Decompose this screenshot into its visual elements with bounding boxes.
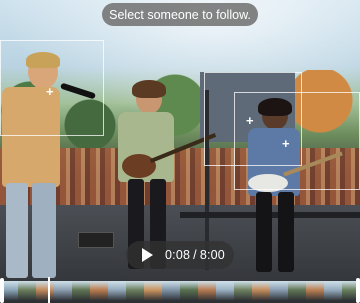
timeline-thumbnail: [180, 281, 198, 301]
guitarist-hair: [132, 80, 166, 98]
timeline-thumbnail: [270, 281, 288, 301]
trim-handle-right[interactable]: [356, 278, 360, 303]
timeline-thumbnail: [162, 281, 180, 301]
timeline-thumbnail: [54, 281, 72, 301]
timeline-thumbnail: [18, 281, 36, 301]
timeline-thumbnail: [252, 281, 270, 301]
timeline-thumbnail: [198, 281, 216, 301]
timeline-thumbnail: [90, 281, 108, 301]
plus-icon[interactable]: +: [282, 137, 290, 150]
timeline-thumbnail: [234, 281, 252, 301]
play-icon[interactable]: [142, 248, 153, 262]
time-separator: /: [193, 248, 197, 262]
timeline-thumbnail: [108, 281, 126, 301]
face-select-box-right[interactable]: [234, 92, 360, 190]
current-time: 0:08: [165, 248, 191, 262]
singer-leg: [32, 183, 56, 278]
timeline-thumbnail: [306, 281, 324, 301]
plus-icon[interactable]: +: [46, 85, 54, 98]
guitarist-right-leg: [278, 192, 294, 272]
guitarist-right-leg: [256, 192, 272, 272]
plus-icon[interactable]: +: [246, 114, 254, 127]
timeline-thumbnail: [216, 281, 234, 301]
timeline-thumbnail: [288, 281, 306, 301]
duration: 8:00: [199, 248, 225, 262]
follow-hint-toast: Select someone to follow.: [102, 3, 258, 26]
timeline-thumbnail: [144, 281, 162, 301]
toast-text: Select someone to follow.: [109, 7, 251, 22]
playback-time: 0:08/8:00: [165, 248, 225, 262]
video-preview: + + + Select someone to follow. 0:08/8:0…: [0, 0, 360, 303]
trim-handle-left[interactable]: [0, 278, 4, 303]
timeline-thumbnail: [36, 281, 54, 301]
playback-controls[interactable]: 0:08/8:00: [126, 241, 234, 269]
timeline-thumbnail: [126, 281, 144, 301]
timeline-thumbnail: [72, 281, 90, 301]
timeline-thumbnail: [324, 281, 342, 301]
singer-leg: [6, 183, 28, 278]
timeline-playhead[interactable]: [48, 277, 50, 303]
timeline-filmstrip[interactable]: [0, 281, 360, 301]
